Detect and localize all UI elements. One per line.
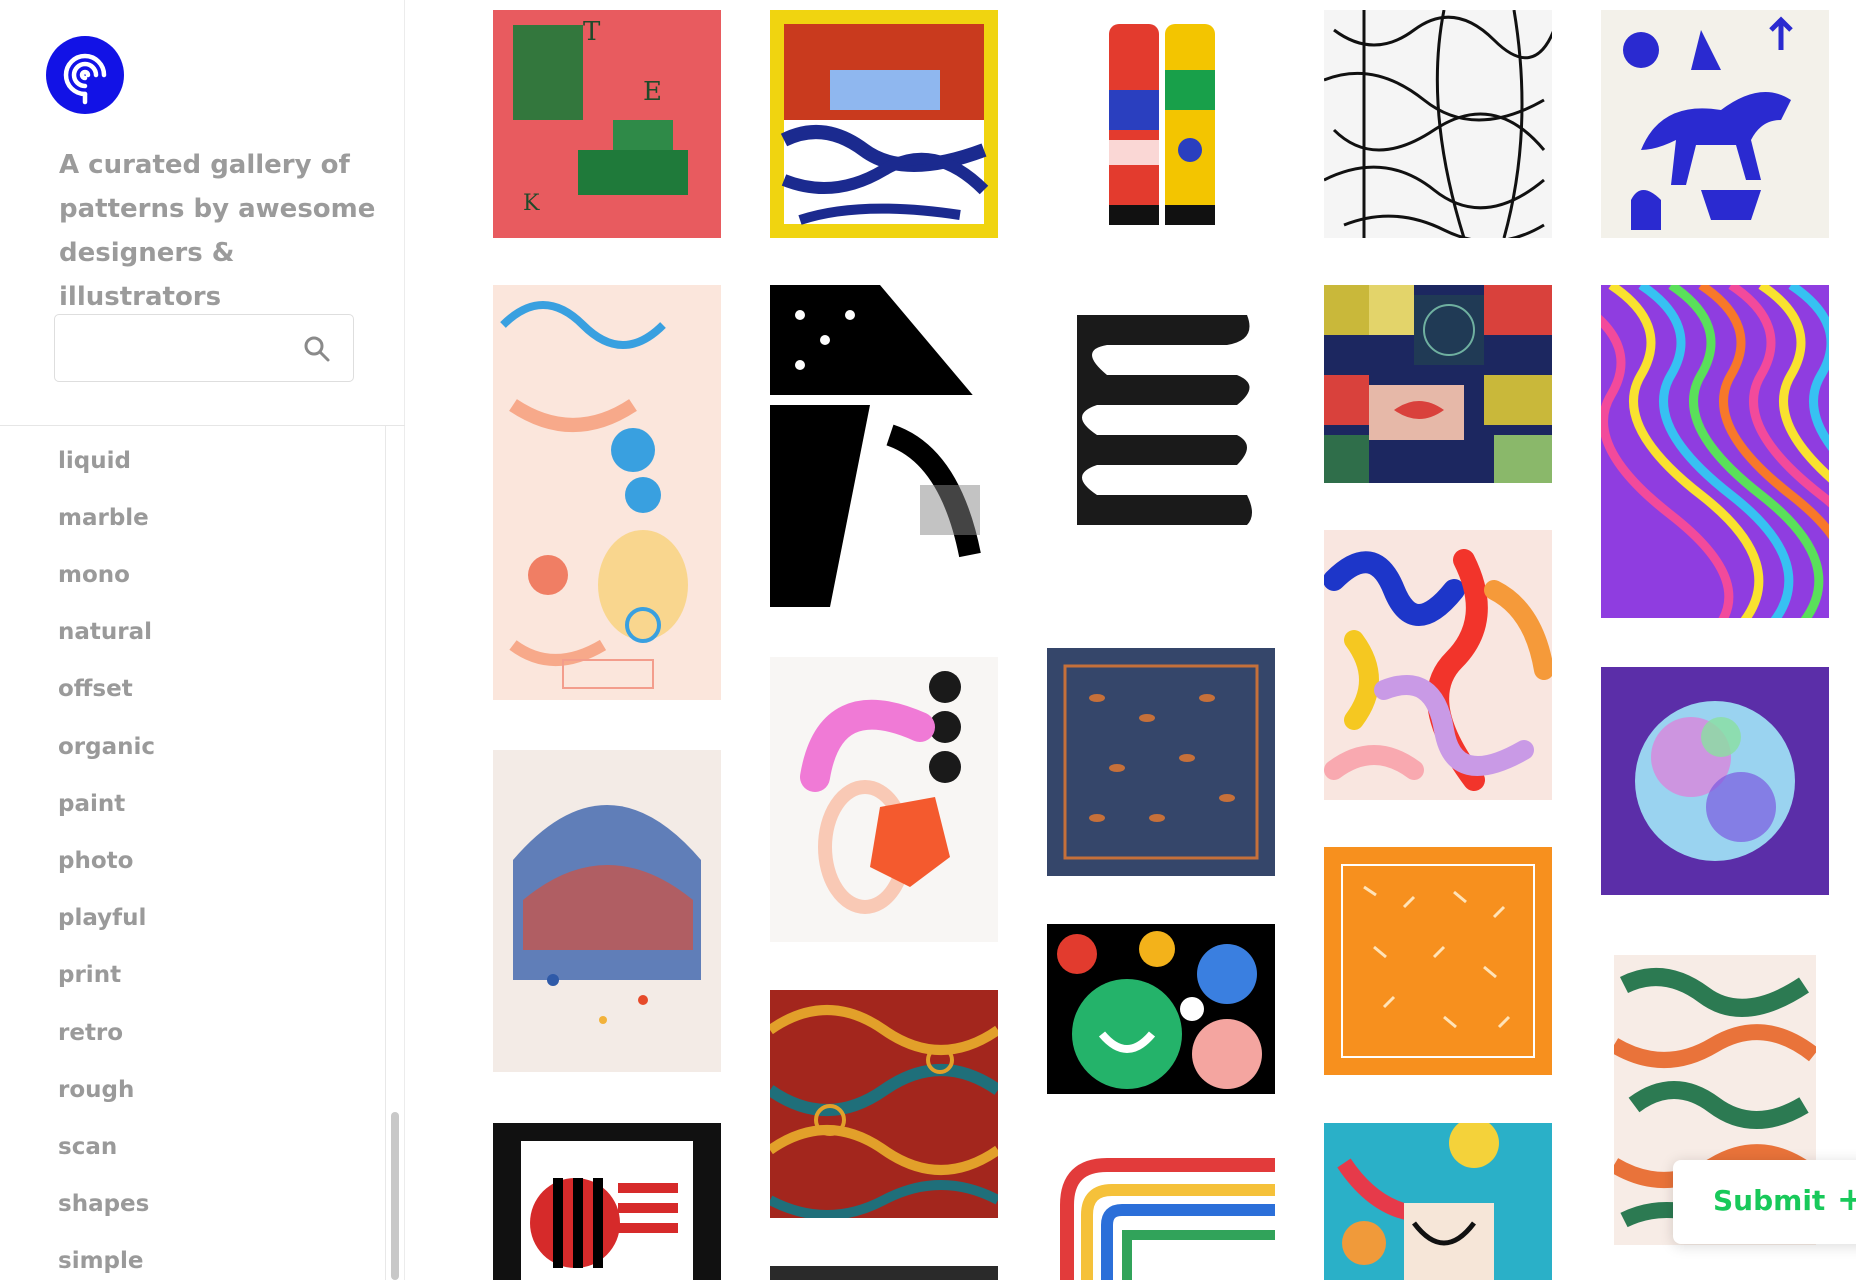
tile-colorful-worms[interactable] xyxy=(1324,530,1552,800)
tile-watercolor-rainbow[interactable] xyxy=(1047,1145,1275,1280)
tile-geometric-grid[interactable] xyxy=(1324,285,1552,483)
tile-black-squiggle[interactable] xyxy=(1047,285,1275,598)
logo-icon[interactable] xyxy=(46,36,124,114)
plus-icon: + xyxy=(1837,1180,1856,1218)
site-tagline: A curated gallery of patterns by awesome… xyxy=(59,150,376,312)
tile-pink-green-collage[interactable]: T E K xyxy=(493,10,721,238)
pattern-gallery: T E K xyxy=(405,0,1856,1280)
tag-link-rough[interactable]: rough xyxy=(58,1077,134,1103)
tag-link-liquid[interactable]: liquid xyxy=(58,448,131,474)
tag-link-mono[interactable]: mono xyxy=(58,562,130,588)
tag-link-natural[interactable]: natural xyxy=(58,619,152,645)
tile-pastel-swirls[interactable] xyxy=(493,285,721,700)
tag-list: liquid marble mono natural offset organi… xyxy=(0,426,386,1280)
tile-yellow-frame-bedroom[interactable] xyxy=(770,10,998,238)
tile-bw-figures[interactable] xyxy=(1324,10,1552,238)
sidebar: A curated gallery of patterns by awesome… xyxy=(0,0,405,1280)
tile-bw-abstract[interactable] xyxy=(770,285,998,607)
svg-text:E: E xyxy=(643,77,662,107)
tag-link-marble[interactable]: marble xyxy=(58,505,149,531)
search-icon[interactable] xyxy=(303,335,331,363)
tag-link-organic[interactable]: organic xyxy=(58,734,155,760)
tile-pink-ring-shapes[interactable] xyxy=(770,657,998,942)
tag-link-paint[interactable]: paint xyxy=(58,791,125,817)
submit-label: Submit xyxy=(1713,1184,1826,1217)
tile-socks[interactable] xyxy=(1047,10,1275,238)
tag-link-simple[interactable]: simple xyxy=(58,1248,144,1274)
tag-link-print[interactable]: print xyxy=(58,962,121,988)
search-box xyxy=(54,314,354,382)
tile-collage-illustration[interactable] xyxy=(1324,1123,1552,1280)
svg-text:T: T xyxy=(583,17,601,47)
sidebar-scrollbar[interactable] xyxy=(391,1112,399,1280)
svg-text:K: K xyxy=(523,191,540,216)
tag-link-offset[interactable]: offset xyxy=(58,676,133,702)
search-input[interactable] xyxy=(65,323,295,373)
tile-purple-sphere[interactable] xyxy=(1601,667,1829,895)
tag-link-scan[interactable]: scan xyxy=(58,1134,117,1160)
submit-button[interactable]: Submit + xyxy=(1673,1160,1856,1244)
tile-ethnic-pattern[interactable] xyxy=(770,990,998,1218)
tile-blue-horse[interactable] xyxy=(1601,10,1829,238)
tile-smiley-circles[interactable] xyxy=(1047,924,1275,1094)
tag-link-retro[interactable]: retro xyxy=(58,1020,123,1046)
tile-dark-partial[interactable] xyxy=(770,1266,998,1280)
tag-link-photo[interactable]: photo xyxy=(58,848,133,874)
tile-splatter-arch[interactable] xyxy=(493,750,721,1072)
tag-link-playful[interactable]: playful xyxy=(58,905,146,931)
tile-orange-scarf[interactable] xyxy=(1324,847,1552,1075)
tag-link-shapes[interactable]: shapes xyxy=(58,1191,149,1217)
tile-navy-scarf[interactable] xyxy=(1047,648,1275,876)
tile-rainbow-waves[interactable] xyxy=(1601,285,1829,618)
tile-apollo-stamp[interactable] xyxy=(493,1123,721,1280)
